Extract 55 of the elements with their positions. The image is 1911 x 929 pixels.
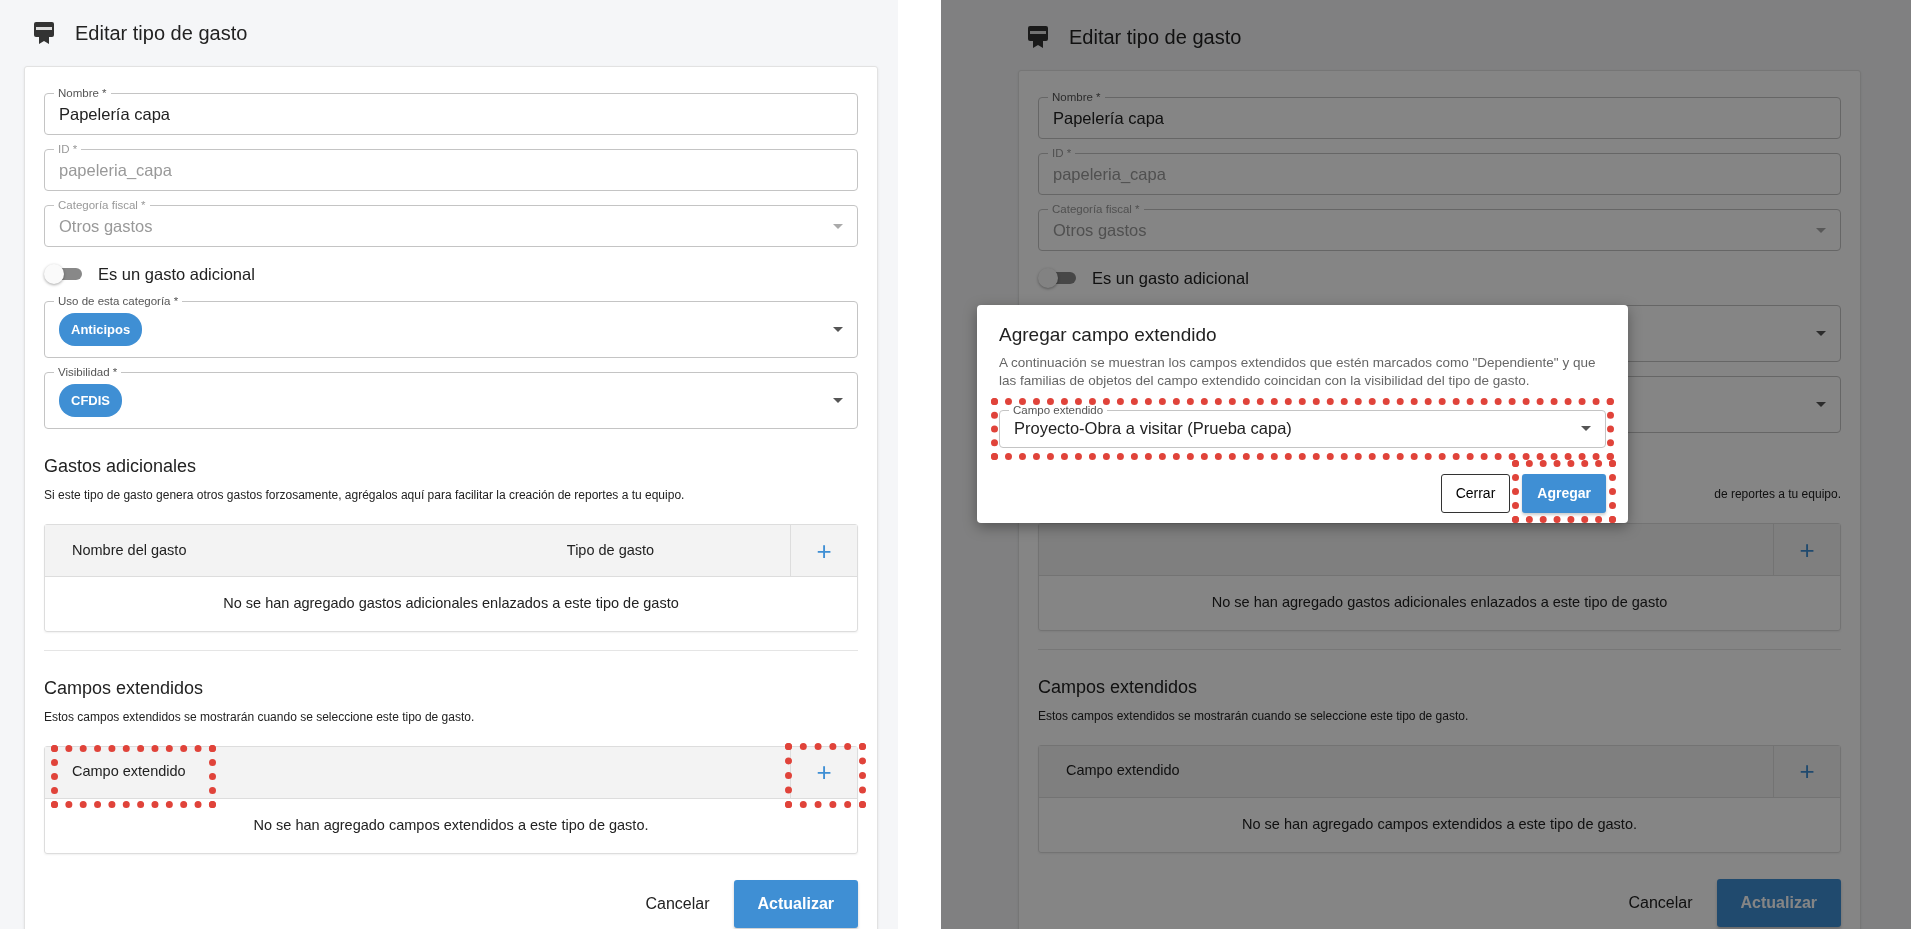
chip: Anticipos: [59, 312, 143, 347]
column-header: Campo extendido: [72, 762, 186, 782]
column-header: Nombre del gasto: [72, 540, 187, 560]
close-button[interactable]: Cerrar: [1440, 473, 1511, 513]
display-icon: [1027, 25, 1049, 49]
field-label: ID *: [54, 142, 82, 156]
field-label: Uso de esta categoría *: [54, 294, 183, 308]
field-label: Nombre *: [1048, 90, 1105, 104]
empty-message: No se han agregado gastos adicionales enlazados a este tipo de gasto: [222, 594, 680, 613]
update-button[interactable]: Actualizar: [733, 879, 858, 928]
field-value: Otros gastos: [59, 215, 153, 237]
field-label: Nombre *: [54, 86, 111, 100]
toggle-switch[interactable]: [44, 264, 84, 284]
section-description: de reportes a tu equipo.: [1714, 487, 1841, 501]
chip: CFDIS: [59, 383, 122, 418]
dialog-description: A continuación se muestran los campos extendidos que estén marcados como "Dependiente" y que las familias de objetos del campo extendido coincidan con la visibilidad del tipo de gasto.: [999, 353, 1597, 390]
section-description: Estos campos extendidos se mostrarán cuando se seleccione este tipo de gasto.: [1038, 708, 1469, 723]
column-header: Campo extendido: [1066, 761, 1180, 781]
field-label: Categoría fiscal *: [54, 198, 150, 212]
section-title: Gastos adicionales: [44, 456, 197, 476]
field-value: papeleria_capa: [59, 159, 172, 181]
toggle-label: Es un gasto adicional: [1092, 267, 1249, 289]
dropdown-arrow-icon: [1581, 426, 1591, 431]
toggle-label: Es un gasto adicional: [98, 263, 255, 285]
field-value: Proyecto-Obra a visitar (Prueba capa): [1014, 418, 1292, 440]
field-label: Visibilidad *: [54, 365, 122, 379]
dropdown-arrow-icon: [1816, 402, 1826, 407]
page-title: Editar tipo de gasto: [1069, 25, 1242, 50]
field-value: Papelería capa: [1053, 107, 1164, 129]
cancel-button[interactable]: Cancelar: [1622, 889, 1699, 916]
dropdown-arrow-icon: [833, 327, 843, 332]
add-button[interactable]: +: [1793, 536, 1821, 563]
section-description: Estos campos extendidos se mostrarán cuando se seleccione este tipo de gasto.: [44, 709, 475, 724]
dropdown-arrow-icon: [833, 398, 843, 403]
cancel-button[interactable]: Cancelar: [639, 890, 716, 917]
section-title: Campos extendidos: [1038, 676, 1198, 697]
column-header: Tipo de gasto: [566, 540, 655, 560]
empty-message: No se han agregado campos extendidos a este tipo de gasto.: [252, 815, 650, 835]
dropdown-arrow-icon: [1816, 331, 1826, 336]
add-button[interactable]: +: [1793, 758, 1821, 785]
page-title: Editar tipo de gasto: [75, 21, 248, 46]
field-value: Papelería capa: [59, 103, 170, 125]
empty-message: No se han agregado campos extendidos a este tipo de gasto.: [1241, 814, 1638, 834]
add-button[interactable]: +: [810, 537, 838, 564]
dropdown-arrow-icon: [1816, 227, 1826, 233]
empty-message: No se han agregado gastos adicionales enlazados a este tipo de gasto: [1210, 593, 1669, 612]
toggle-switch[interactable]: [1038, 268, 1078, 288]
dialog-title: Agregar campo extendido: [999, 323, 1218, 347]
section-title: Campos extendidos: [44, 677, 204, 698]
add-button[interactable]: +: [810, 759, 838, 786]
update-button[interactable]: Actualizar: [1716, 878, 1841, 927]
add-field-button[interactable]: Agregar: [1522, 473, 1606, 513]
display-icon: [33, 21, 55, 45]
section-description: Si este tipo de gasto genera otros gastos forzosamente, agrégalos aquí para facilitar la creación de reportes a tu equipo.: [44, 488, 685, 502]
dropdown-arrow-icon: [833, 223, 843, 229]
